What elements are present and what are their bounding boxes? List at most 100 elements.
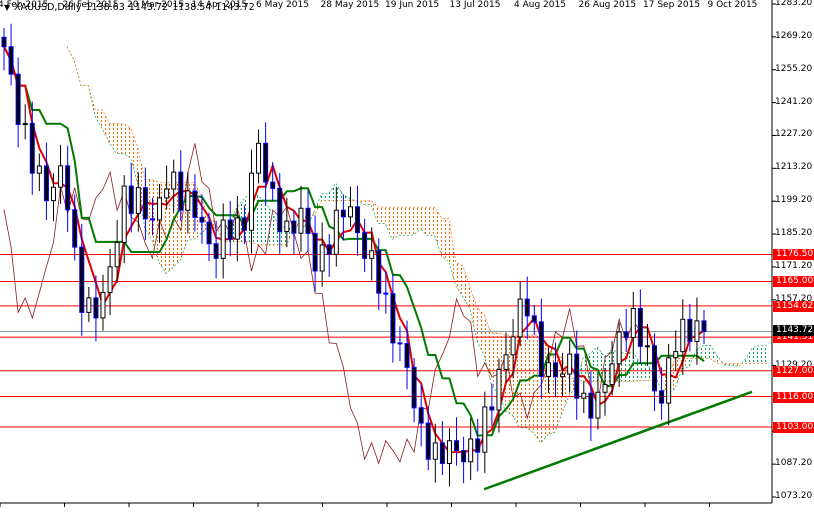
date-axis-label: 20 Mar 2015 xyxy=(127,0,185,10)
candle-body xyxy=(538,321,544,377)
candle-body xyxy=(390,293,396,344)
candle-body xyxy=(43,165,49,202)
candle-body xyxy=(248,172,254,231)
ichimoku-cloud-segment xyxy=(759,345,767,364)
ichimoku-cloud-segment xyxy=(526,335,534,433)
candle-body xyxy=(673,351,679,359)
candle-body xyxy=(93,297,99,319)
date-axis-label: 26 Feb 2015 xyxy=(62,0,119,10)
candle-body xyxy=(213,243,219,259)
candle-body xyxy=(560,373,566,378)
candle-body xyxy=(1,36,7,48)
candle-body xyxy=(369,250,375,259)
ichimoku-cloud-segment xyxy=(406,207,414,236)
candle-body xyxy=(326,244,332,255)
ichimoku-cloud-segment xyxy=(123,123,131,159)
candle-body xyxy=(135,187,141,214)
date-axis-label: 6 May 2015 xyxy=(256,0,309,10)
level-label: 1103.00 xyxy=(773,422,814,434)
candle-body xyxy=(58,165,64,188)
candle-body xyxy=(411,366,417,409)
level-label: 1116.00 xyxy=(773,391,814,403)
candle-body xyxy=(376,250,382,294)
price-axis-label: 1185.20 xyxy=(775,228,813,239)
candle-body xyxy=(100,292,106,319)
candle-body xyxy=(256,142,262,174)
price-axis-label: 1171.20 xyxy=(775,260,813,271)
candle-body xyxy=(637,308,643,347)
date-axis-label: 17 Sep 2015 xyxy=(643,0,701,10)
candle-body xyxy=(652,345,658,392)
candle-body xyxy=(227,219,233,240)
ichimoku-cloud-segment xyxy=(752,345,760,364)
candle-body xyxy=(609,363,615,386)
candle-body xyxy=(65,165,71,211)
price-axis-label: 1227.20 xyxy=(775,129,813,140)
candle-body xyxy=(404,343,410,368)
price-axis-label: 1087.20 xyxy=(775,458,813,469)
candle-body xyxy=(284,220,290,233)
candle-body xyxy=(312,232,318,272)
price-axis-label: 1073.20 xyxy=(775,491,813,501)
candle-body xyxy=(531,315,537,323)
candle-body xyxy=(630,308,636,338)
candle-body xyxy=(355,206,361,234)
candle-body xyxy=(298,207,304,234)
candle-body xyxy=(694,320,700,342)
candle-body xyxy=(220,219,226,259)
price-chart[interactable] xyxy=(0,0,814,516)
candle-body xyxy=(581,392,587,399)
candle-body xyxy=(510,336,516,356)
candle-body xyxy=(680,318,686,353)
price-axis-label: 1213.20 xyxy=(775,162,813,173)
candle-body xyxy=(588,392,594,419)
candle-body xyxy=(121,185,127,243)
date-axis-label: 4 Aug 2015 xyxy=(514,0,566,10)
candle-body xyxy=(50,186,56,202)
price-axis-label: 1255.20 xyxy=(775,63,813,74)
candle-body xyxy=(86,297,92,313)
candle-body xyxy=(340,209,346,218)
date-axis-label: 26 Aug 2015 xyxy=(578,0,637,10)
candle-body xyxy=(157,197,163,221)
candle-body xyxy=(164,188,170,199)
candle-body xyxy=(659,390,665,404)
date-axis-label: 9 Oct 2015 xyxy=(707,0,758,10)
ichimoku-cloud-segment xyxy=(116,123,124,154)
candle-body xyxy=(602,384,608,393)
candle-body xyxy=(468,438,474,463)
candle-body xyxy=(623,331,629,338)
candle-body xyxy=(701,320,707,332)
candle-body xyxy=(418,407,424,424)
level-label: 1154.62 xyxy=(773,300,814,312)
candle-body xyxy=(567,353,573,375)
candle-body xyxy=(72,209,78,248)
candle-body xyxy=(22,122,28,125)
candle-body xyxy=(305,207,311,234)
candle-body xyxy=(199,216,205,223)
level-label: 1165.00 xyxy=(773,276,814,288)
candle-body xyxy=(291,220,297,234)
candle-body xyxy=(178,171,184,211)
candle-body xyxy=(114,241,120,268)
price-axis-label: 1241.20 xyxy=(775,96,813,107)
candle-body xyxy=(446,440,452,464)
ichimoku-cloud-segment xyxy=(257,195,265,246)
candle-body xyxy=(644,345,650,348)
candle-body xyxy=(397,342,403,345)
candle-body xyxy=(425,422,431,460)
candle-body xyxy=(171,171,177,190)
candle-body xyxy=(149,218,155,221)
candle-body xyxy=(687,318,693,342)
candle-body xyxy=(15,73,21,125)
ichimoku-cloud-segment xyxy=(363,200,372,205)
candle-body xyxy=(36,165,42,174)
candle-body xyxy=(263,142,269,183)
ichimoku-cloud-segment xyxy=(321,193,329,201)
date-axis-label: 28 May 2015 xyxy=(320,0,380,10)
candle-body xyxy=(482,406,488,453)
candle-body xyxy=(524,298,530,317)
candle-body xyxy=(517,298,523,338)
candle-body xyxy=(29,122,35,174)
candle-body xyxy=(8,46,14,75)
